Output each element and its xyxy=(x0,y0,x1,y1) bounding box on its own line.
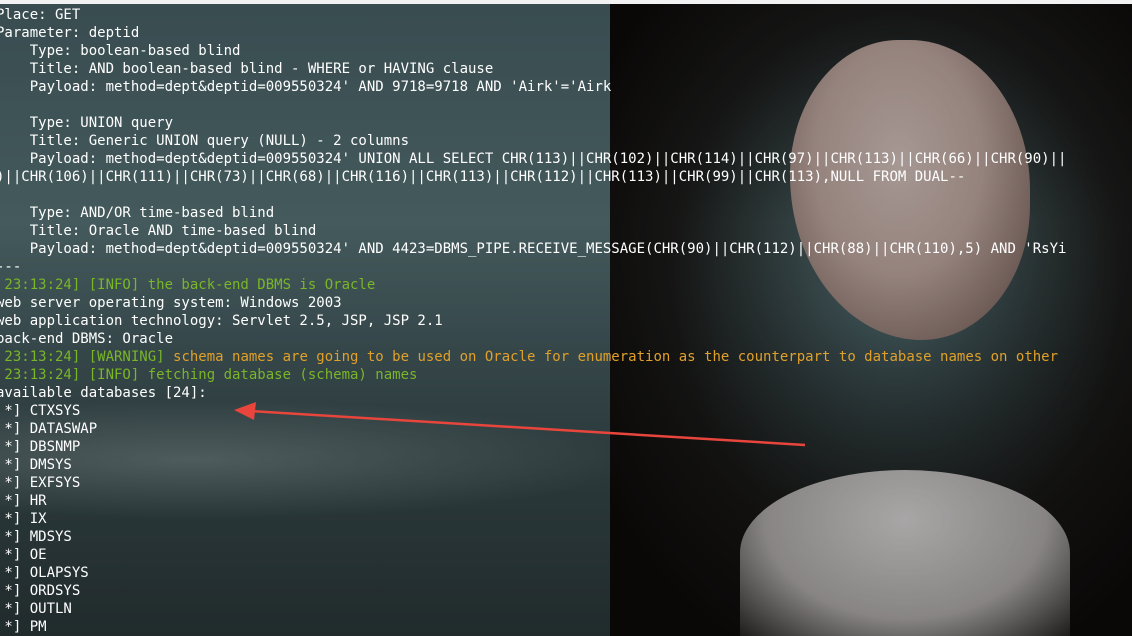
annotation-arrow xyxy=(234,402,806,447)
arrow-shaft xyxy=(249,409,806,447)
arrow-head xyxy=(234,402,256,420)
